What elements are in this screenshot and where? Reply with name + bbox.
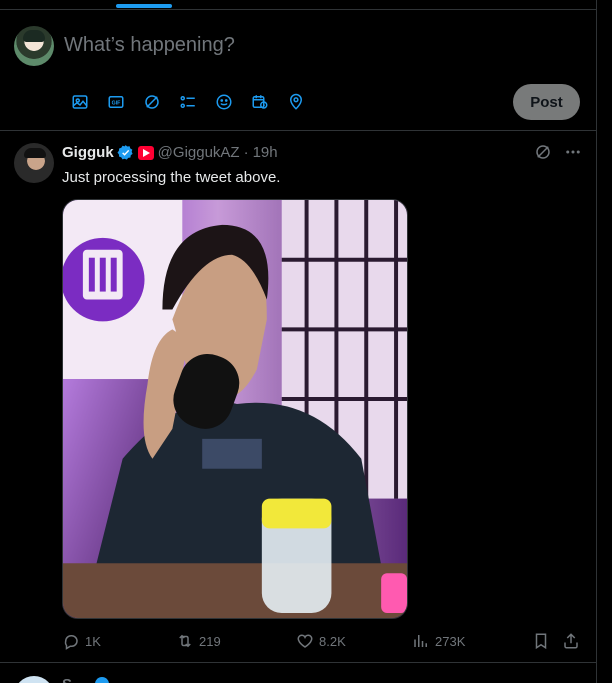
grok-icon[interactable]	[134, 90, 170, 114]
share-button[interactable]	[562, 632, 580, 650]
reply-button[interactable]: 1K	[62, 632, 101, 650]
avatar[interactable]	[14, 26, 54, 66]
location-icon[interactable]	[278, 90, 314, 114]
composer-toolbar: GIF	[62, 90, 314, 114]
compose-input[interactable]	[64, 34, 544, 57]
scrollbar[interactable]	[598, 0, 612, 683]
like-button[interactable]: 8.2K	[296, 632, 346, 650]
emoji-icon[interactable]	[206, 90, 242, 114]
tweet-text: Just processing the tweet above.	[62, 169, 281, 186]
reply-count: 1K	[85, 633, 101, 649]
bookmark-button[interactable]	[532, 632, 550, 650]
timeline-column: GIF Post Gigguk @GiggukAZ	[0, 0, 597, 683]
bookmark-icon	[535, 633, 547, 650]
tweet-composer: GIF Post	[0, 10, 596, 131]
verified-badge-icon	[95, 677, 109, 683]
author-name[interactable]: S	[62, 676, 72, 683]
reply-icon	[64, 635, 78, 650]
separator-dot: ·	[243, 144, 249, 161]
repost-count: 219	[199, 633, 221, 649]
tweet-time[interactable]: 19h	[253, 144, 278, 161]
active-tab-indicator	[116, 4, 172, 8]
avatar[interactable]	[14, 676, 54, 683]
views-button[interactable]: 273K	[412, 632, 465, 650]
repost-button[interactable]: 219	[176, 632, 221, 650]
svg-text:GIF: GIF	[112, 101, 122, 107]
share-icon	[564, 633, 578, 649]
grok-icon[interactable]	[534, 143, 552, 161]
tweet-action-bar: 1K 219 8.2K 273K	[62, 631, 582, 651]
views-icon	[414, 635, 427, 647]
repost-icon	[179, 634, 191, 648]
tweet-top-actions	[534, 143, 582, 161]
gif-icon[interactable]: GIF	[98, 90, 134, 114]
image-icon[interactable]	[62, 90, 98, 114]
youtube-badge-icon	[137, 145, 154, 160]
avatar[interactable]	[14, 143, 54, 183]
tweet-header: Gigguk @GiggukAZ · 19h	[62, 144, 278, 161]
next-tweet[interactable]: S	[0, 663, 596, 683]
verified-badge-icon	[117, 145, 133, 160]
view-count: 273K	[435, 633, 466, 649]
like-count: 8.2K	[319, 633, 346, 649]
author-name[interactable]: Gigguk	[62, 144, 114, 161]
more-icon[interactable]	[564, 143, 582, 161]
tweet-media-image[interactable]	[62, 199, 408, 619]
post-button[interactable]: Post	[513, 84, 580, 120]
schedule-icon[interactable]	[242, 90, 278, 114]
poll-icon[interactable]	[170, 90, 206, 114]
author-handle[interactable]: @GiggukAZ	[158, 144, 240, 161]
tweet[interactable]: Gigguk @GiggukAZ · 19h Just processing t…	[0, 131, 596, 663]
heart-icon	[297, 634, 313, 648]
